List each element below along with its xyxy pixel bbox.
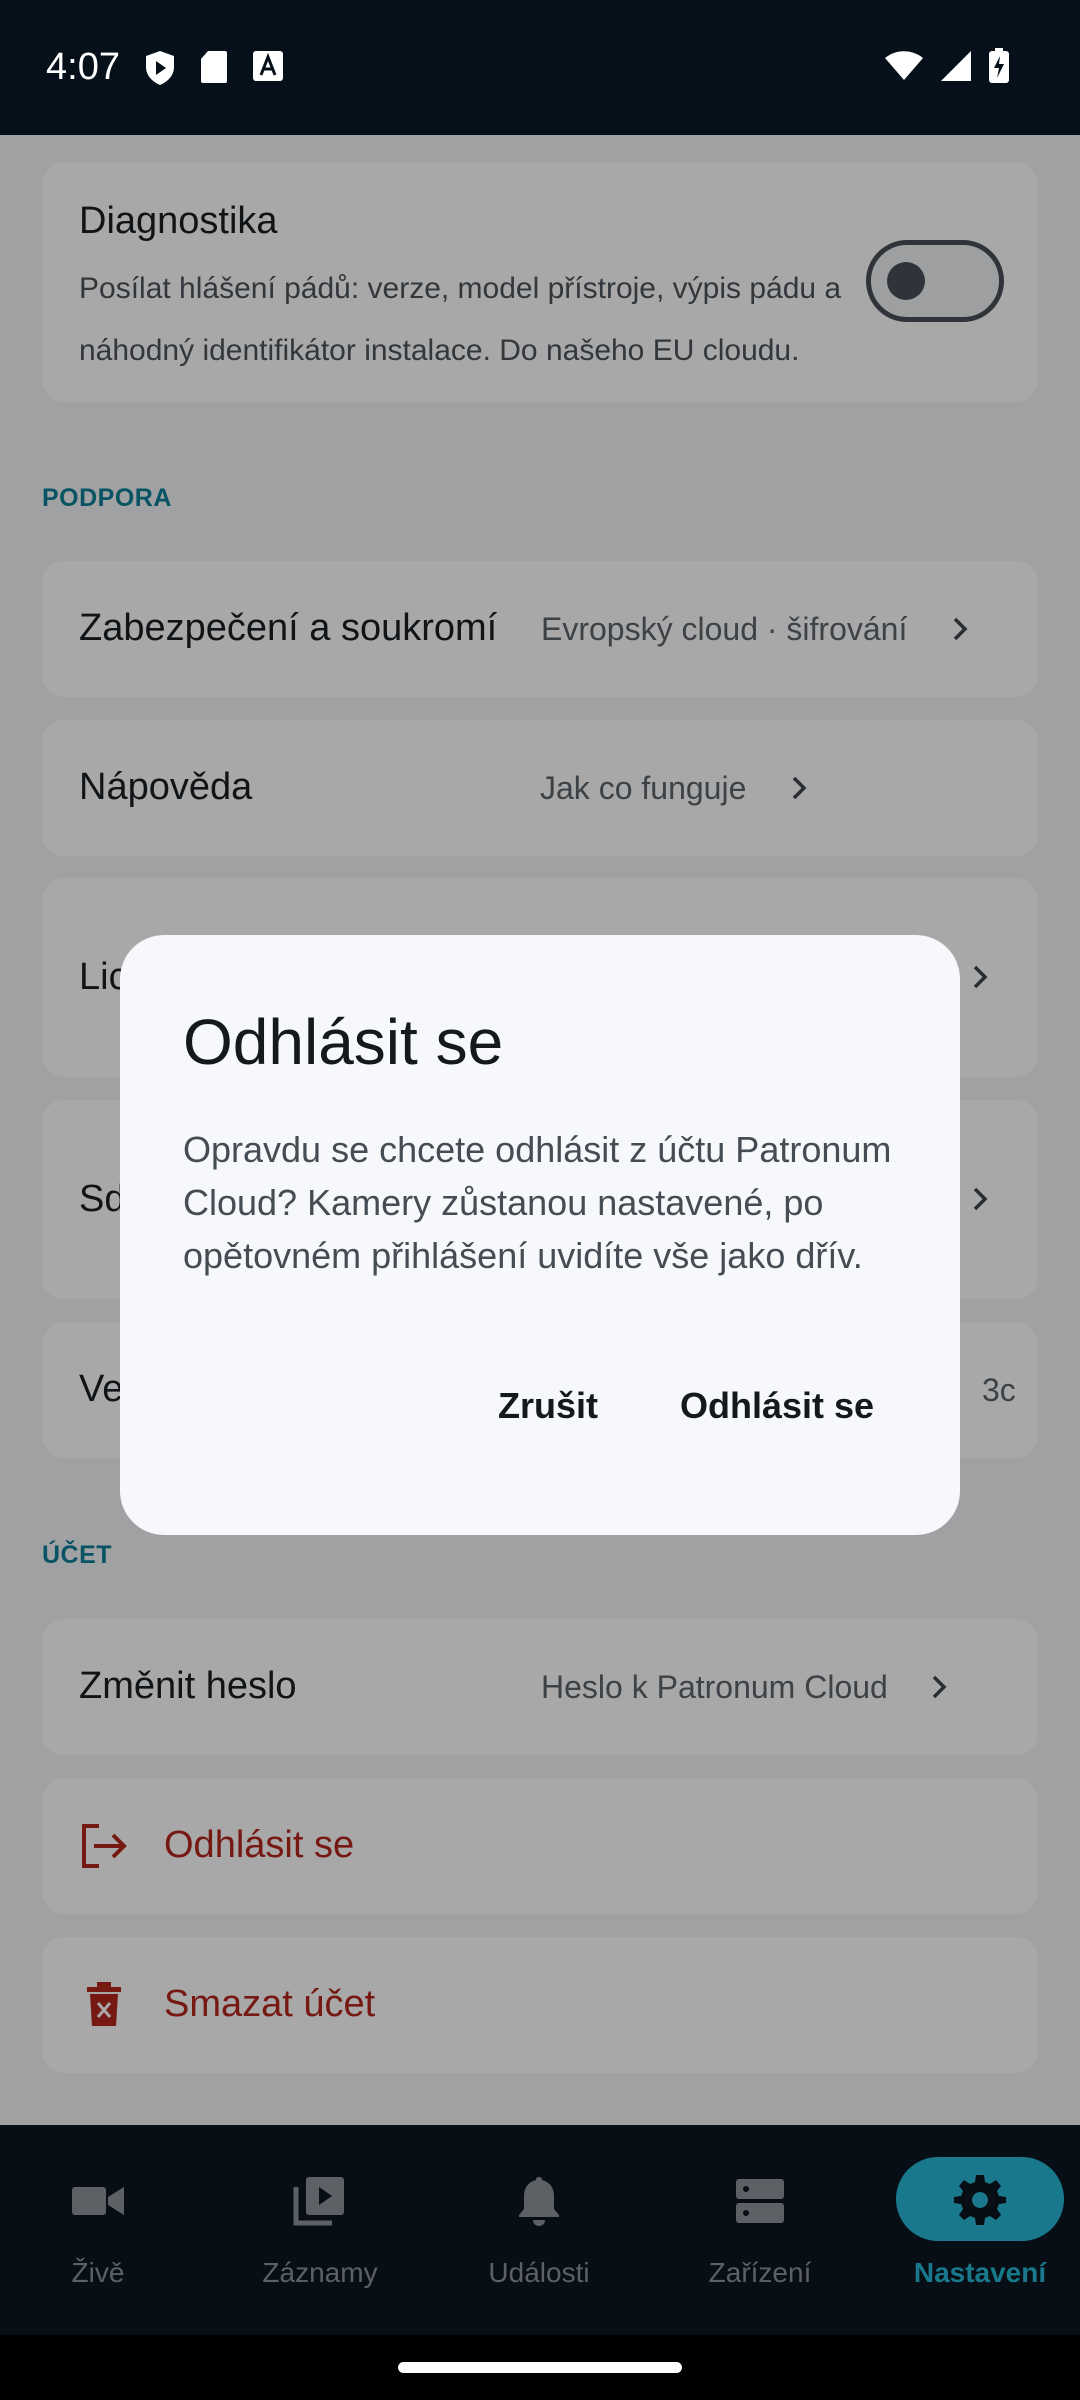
status-bar: 4:07 [0, 0, 1080, 135]
logout-dialog: Odhlásit se Opravdu se chcete odhlásit z… [120, 935, 960, 1535]
keyboard-a-icon [253, 51, 283, 81]
confirm-logout-button[interactable]: Odhlásit se [680, 1385, 874, 1427]
cancel-button[interactable]: Zrušit [498, 1385, 598, 1427]
battery-charging-icon [989, 48, 1009, 83]
wifi-icon [885, 51, 923, 80]
gesture-handle[interactable] [398, 2362, 682, 2373]
status-icons-left [144, 50, 284, 86]
dialog-title: Odhlásit se [183, 1006, 504, 1078]
status-time: 4:07 [46, 46, 120, 88]
sd-card-icon [201, 51, 227, 83]
status-icons-right [884, 48, 1010, 84]
system-gesture-area [0, 2335, 1080, 2400]
dialog-message: Opravdu se chcete odhlásit z účtu Patron… [183, 1129, 892, 1276]
shield-icon [146, 51, 174, 85]
signal-icon [941, 51, 971, 81]
